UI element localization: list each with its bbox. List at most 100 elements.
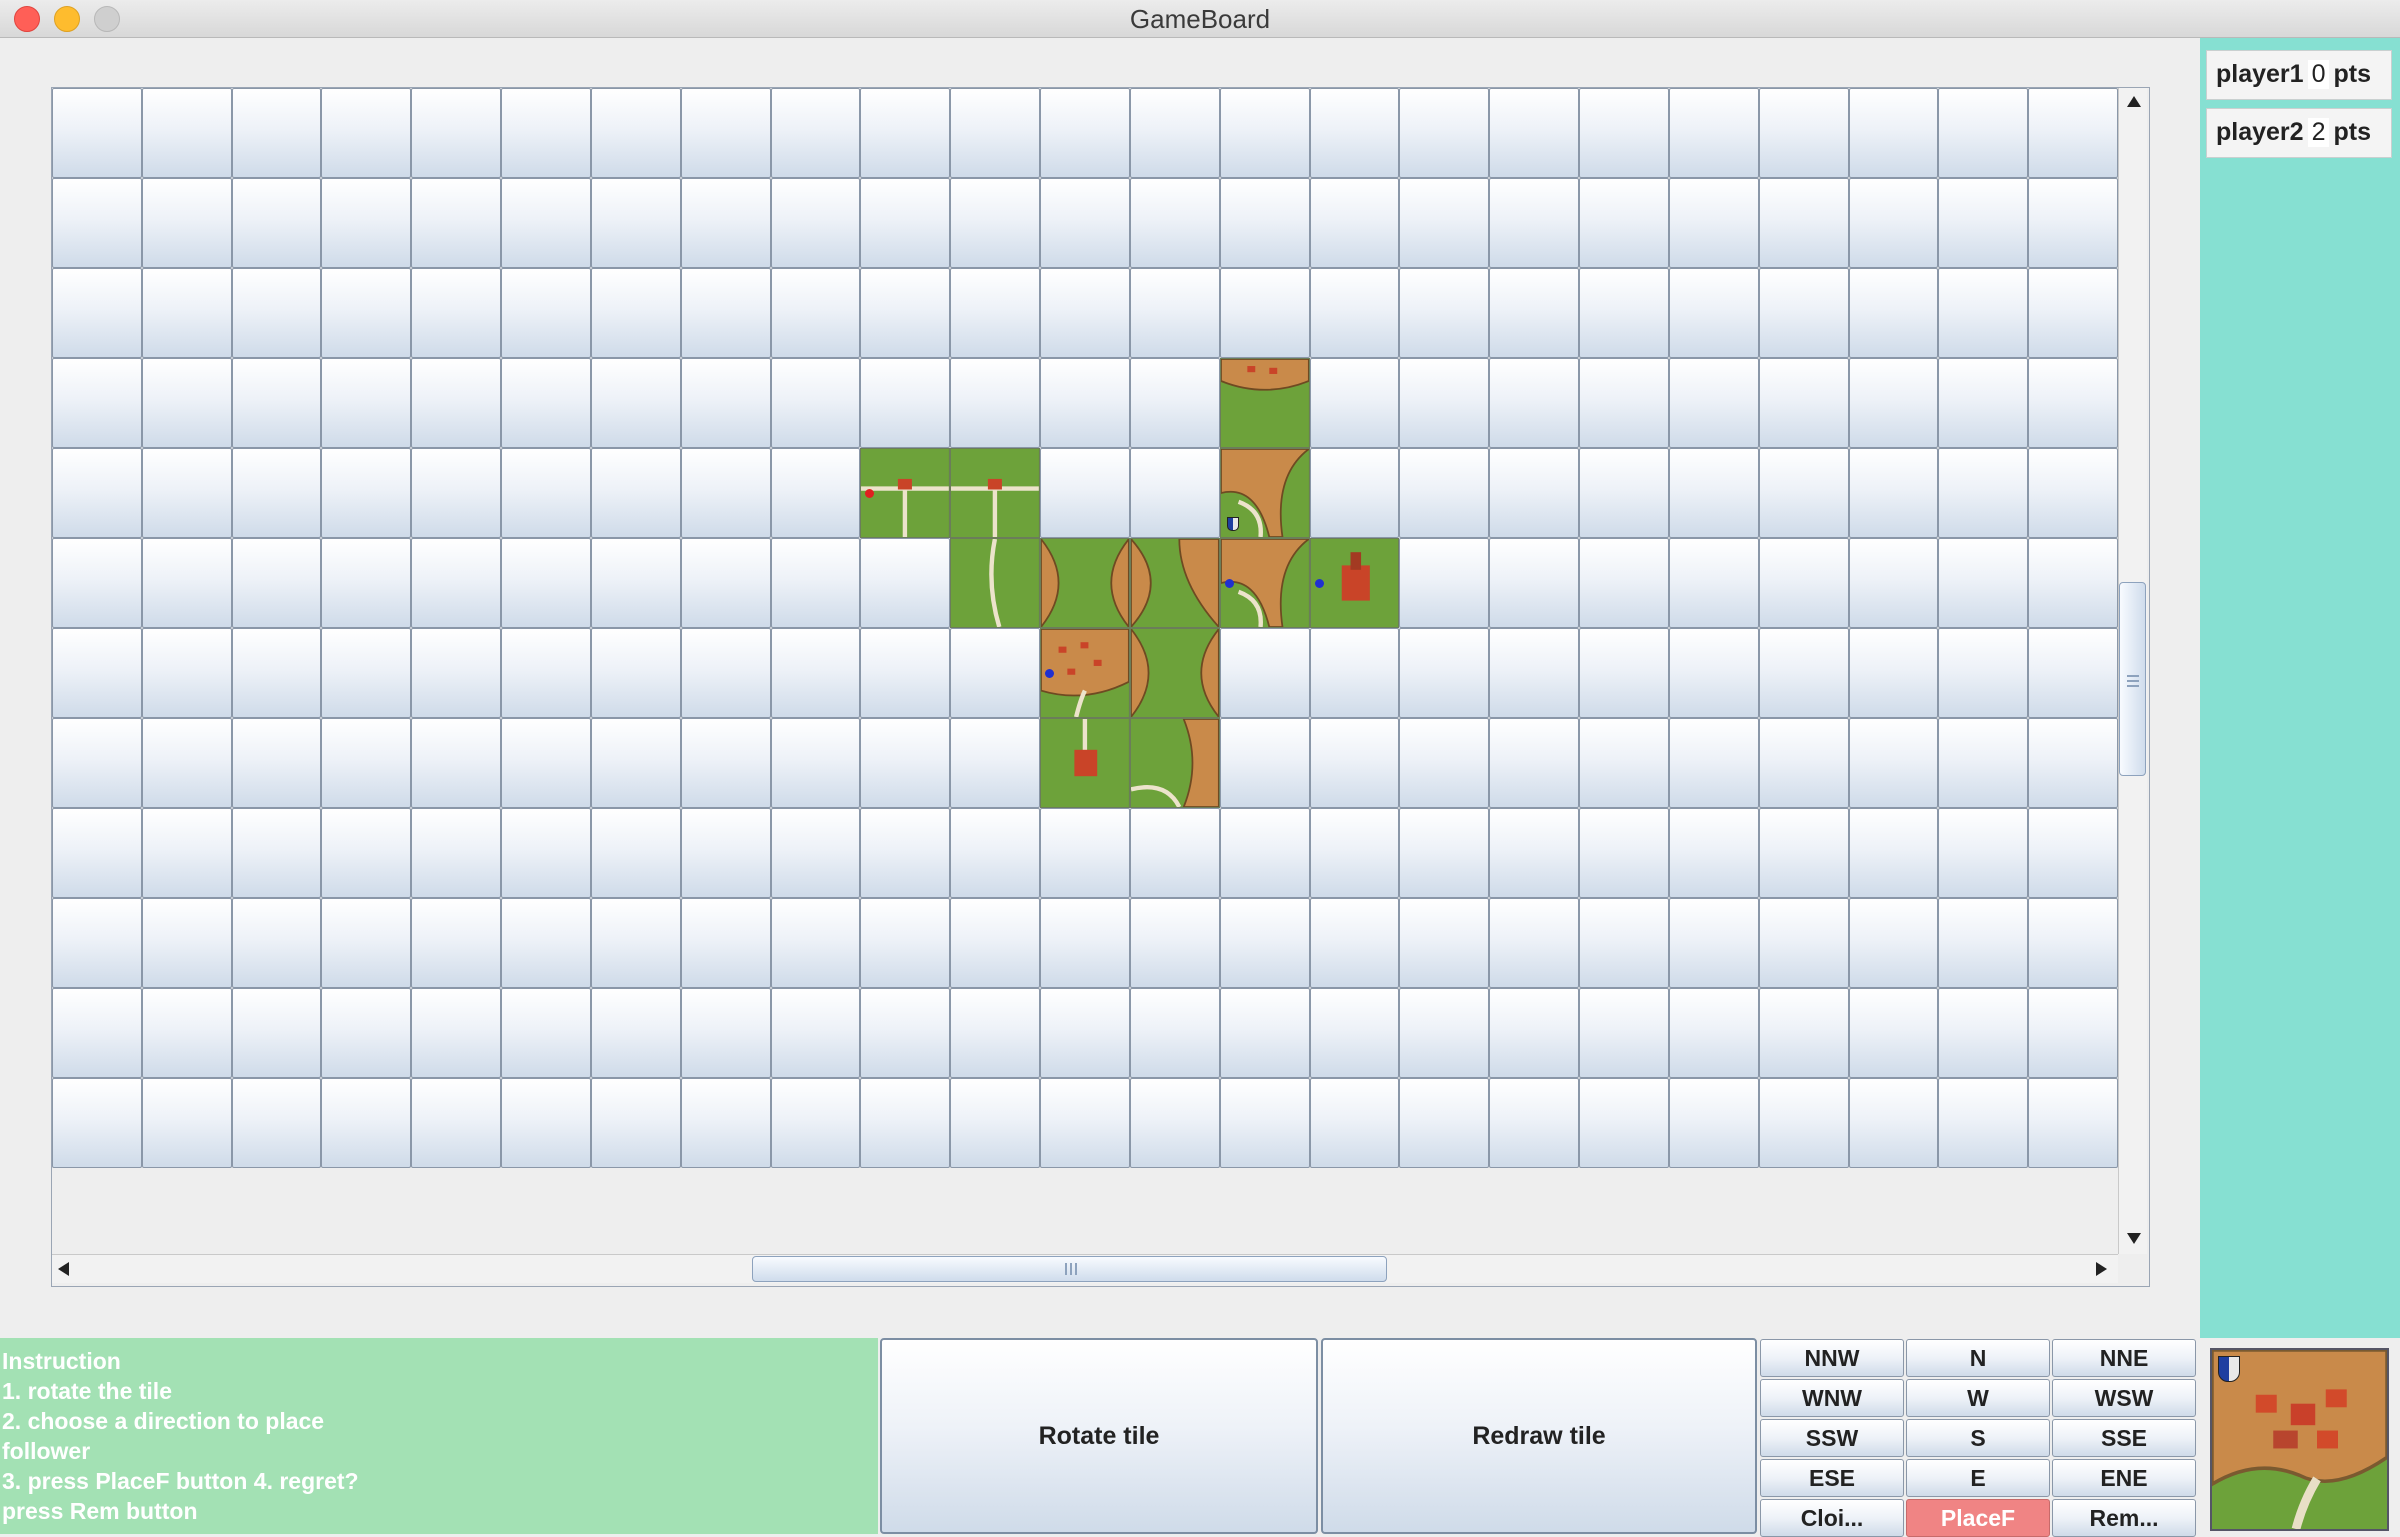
board-cell[interactable] bbox=[231, 88, 322, 178]
board-cell[interactable] bbox=[2028, 808, 2118, 898]
board-cell[interactable] bbox=[411, 898, 502, 988]
board-cell[interactable] bbox=[2028, 628, 2118, 718]
board-cell[interactable] bbox=[860, 1078, 951, 1168]
board-cell[interactable] bbox=[321, 718, 412, 808]
board-cell[interactable] bbox=[1579, 898, 1669, 988]
board-cell[interactable] bbox=[1848, 988, 1939, 1078]
board-cell[interactable] bbox=[590, 268, 681, 358]
board-cell[interactable] bbox=[1758, 898, 1849, 988]
board-cell[interactable] bbox=[1758, 808, 1849, 898]
board-cell[interactable] bbox=[52, 268, 142, 358]
board-cell[interactable] bbox=[52, 898, 142, 988]
board-cell[interactable] bbox=[1129, 268, 1220, 358]
board-cell[interactable] bbox=[1399, 358, 1490, 448]
board-cell[interactable] bbox=[1040, 898, 1130, 988]
board-cell[interactable] bbox=[590, 88, 681, 178]
board-cell[interactable] bbox=[1668, 898, 1759, 988]
placed-tile[interactable] bbox=[1129, 538, 1220, 628]
board-cell[interactable] bbox=[1489, 718, 1580, 808]
board-cell[interactable] bbox=[501, 448, 591, 538]
board-cell[interactable] bbox=[321, 628, 412, 718]
board-cell[interactable] bbox=[1489, 358, 1580, 448]
board-cell[interactable] bbox=[501, 1078, 591, 1168]
board-cell[interactable] bbox=[1579, 718, 1669, 808]
board-cell[interactable] bbox=[1219, 898, 1310, 988]
board-cell[interactable] bbox=[1938, 628, 2029, 718]
board-cell[interactable] bbox=[1309, 718, 1400, 808]
board-cell[interactable] bbox=[52, 718, 142, 808]
board-cell[interactable] bbox=[1668, 538, 1759, 628]
board-cell[interactable] bbox=[231, 448, 322, 538]
board-cell[interactable] bbox=[411, 178, 502, 268]
board-cell[interactable] bbox=[1579, 178, 1669, 268]
board-cell[interactable] bbox=[141, 988, 232, 1078]
board-cell[interactable] bbox=[231, 898, 322, 988]
direction-wnw-button[interactable]: WNW bbox=[1760, 1379, 1904, 1417]
direction-ene-button[interactable]: ENE bbox=[2052, 1459, 2196, 1497]
board-cell[interactable] bbox=[321, 808, 412, 898]
placed-tile[interactable] bbox=[1040, 628, 1130, 718]
board-cell[interactable] bbox=[1668, 88, 1759, 178]
board-cell[interactable] bbox=[860, 628, 951, 718]
board-cell[interactable] bbox=[52, 358, 142, 448]
board-cell[interactable] bbox=[411, 718, 502, 808]
board-cell[interactable] bbox=[501, 538, 591, 628]
board-cell[interactable] bbox=[680, 358, 771, 448]
scroll-down-arrow-icon[interactable] bbox=[2127, 1233, 2141, 1244]
board-cell[interactable] bbox=[680, 268, 771, 358]
board-cell[interactable] bbox=[1040, 1078, 1130, 1168]
board-cell[interactable] bbox=[321, 538, 412, 628]
board-cell[interactable] bbox=[1938, 178, 2029, 268]
direction-nne-button[interactable]: NNE bbox=[2052, 1339, 2196, 1377]
board-cell[interactable] bbox=[770, 718, 861, 808]
direction-wsw-button[interactable]: WSW bbox=[2052, 1379, 2196, 1417]
board-cell[interactable] bbox=[1219, 88, 1310, 178]
board-cell[interactable] bbox=[1129, 358, 1220, 448]
placed-tile[interactable] bbox=[1219, 538, 1310, 628]
board-cell[interactable] bbox=[1040, 988, 1130, 1078]
board-cell[interactable] bbox=[770, 628, 861, 718]
board-cell[interactable] bbox=[1938, 718, 2029, 808]
placed-tile[interactable] bbox=[860, 448, 951, 538]
board-cell[interactable] bbox=[1040, 268, 1130, 358]
board-cell[interactable] bbox=[860, 358, 951, 448]
board-cell[interactable] bbox=[1938, 808, 2029, 898]
placed-tile[interactable] bbox=[1040, 718, 1130, 808]
board-cell[interactable] bbox=[2028, 988, 2118, 1078]
board-cell[interactable] bbox=[680, 988, 771, 1078]
board-cell[interactable] bbox=[52, 808, 142, 898]
board-cell[interactable] bbox=[141, 358, 232, 448]
board-cell[interactable] bbox=[1848, 448, 1939, 538]
board-cell[interactable] bbox=[590, 718, 681, 808]
board-cell[interactable] bbox=[770, 268, 861, 358]
board-cell[interactable] bbox=[52, 988, 142, 1078]
board-cell[interactable] bbox=[1848, 898, 1939, 988]
board-cell[interactable] bbox=[1399, 448, 1490, 538]
board-cell[interactable] bbox=[321, 898, 412, 988]
board-cell[interactable] bbox=[1938, 88, 2029, 178]
board-cell[interactable] bbox=[1938, 448, 2029, 538]
board-cell[interactable] bbox=[1489, 178, 1580, 268]
board-cell[interactable] bbox=[950, 718, 1041, 808]
board-cell[interactable] bbox=[1848, 268, 1939, 358]
board-cell[interactable] bbox=[1129, 898, 1220, 988]
board-cell[interactable] bbox=[141, 538, 232, 628]
board-cell[interactable] bbox=[501, 358, 591, 448]
board-cell[interactable] bbox=[1489, 898, 1580, 988]
redraw-tile-button[interactable]: Redraw tile bbox=[1321, 1338, 1757, 1534]
board-cell[interactable] bbox=[1848, 808, 1939, 898]
board-cell[interactable] bbox=[2028, 448, 2118, 538]
horizontal-scroll-thumb[interactable] bbox=[752, 1256, 1387, 1282]
board-cell[interactable] bbox=[141, 808, 232, 898]
board-cell[interactable] bbox=[1848, 358, 1939, 448]
board-cell[interactable] bbox=[501, 898, 591, 988]
board-cell[interactable] bbox=[411, 988, 502, 1078]
board-cell[interactable] bbox=[1579, 1078, 1669, 1168]
board-cell[interactable] bbox=[950, 898, 1041, 988]
board-cell[interactable] bbox=[1668, 1078, 1759, 1168]
board-cell[interactable] bbox=[680, 1078, 771, 1168]
board-cell[interactable] bbox=[1219, 1078, 1310, 1168]
board-cell[interactable] bbox=[501, 628, 591, 718]
direction-nnw-button[interactable]: NNW bbox=[1760, 1339, 1904, 1377]
board-cell[interactable] bbox=[231, 358, 322, 448]
